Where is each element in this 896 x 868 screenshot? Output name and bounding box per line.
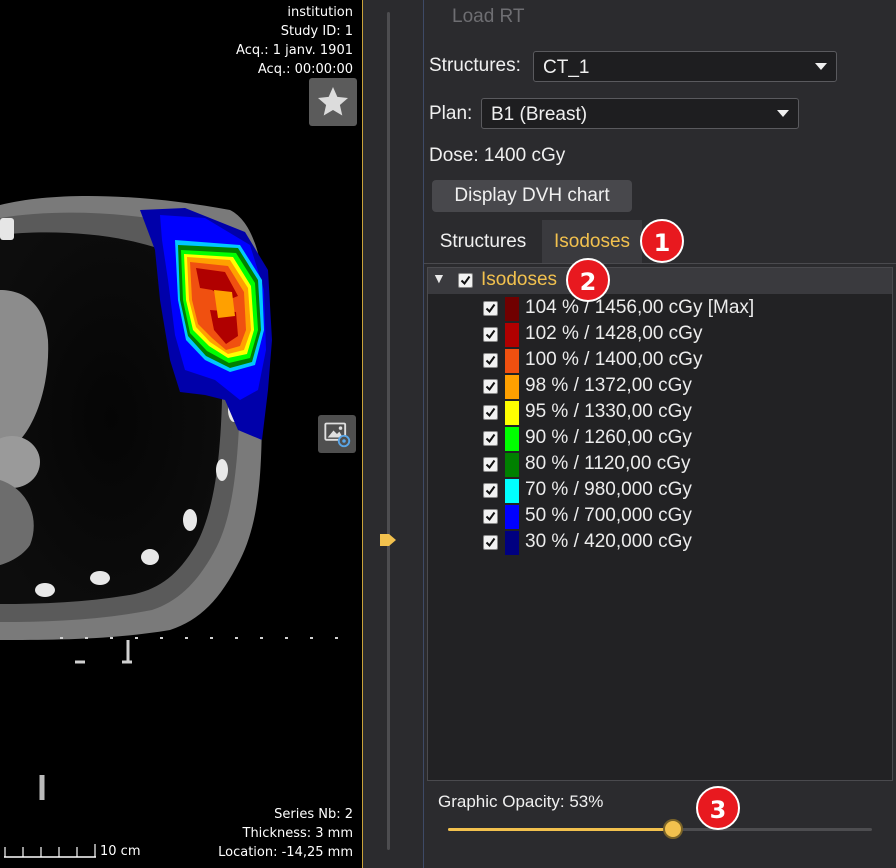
- isodose-label: 80 % / 1120,00 cGy: [525, 453, 691, 474]
- isodose-color-swatch: [505, 401, 519, 425]
- structures-select[interactable]: CT_1: [533, 51, 837, 82]
- isodose-color-swatch: [505, 453, 519, 477]
- isodose-checkbox[interactable]: [483, 457, 498, 472]
- isodose-color-swatch: [505, 297, 519, 321]
- tab-structures[interactable]: Structures: [424, 220, 542, 263]
- study-info-overlay: institution Study ID: 1 Acq.: 1 janv. 19…: [236, 3, 353, 79]
- isodose-label: 100 % / 1400,00 cGy: [525, 349, 703, 370]
- isodose-checkbox[interactable]: [483, 509, 498, 524]
- isodose-row[interactable]: 95 % / 1330,00 cGy: [428, 400, 892, 426]
- isodose-color-swatch: [505, 427, 519, 451]
- isodose-checkbox[interactable]: [483, 353, 498, 368]
- isodose-checkbox[interactable]: [483, 535, 498, 550]
- isodose-row[interactable]: 98 % / 1372,00 cGy: [428, 374, 892, 400]
- chevron-down-icon: [806, 52, 836, 81]
- annotation-badge-2: 2: [566, 258, 610, 302]
- isodose-color-swatch: [505, 505, 519, 529]
- overlay-thickness: Thickness: 3 mm: [242, 826, 354, 841]
- isodose-label: 95 % / 1330,00 cGy: [525, 401, 692, 422]
- isodose-row[interactable]: 104 % / 1456,00 cGy [Max]: [428, 296, 892, 322]
- panel-splitter[interactable]: [363, 0, 424, 868]
- overlay-institution: institution: [287, 5, 353, 20]
- rt-panel: Load RT Structures: CT_1 Plan: B1 (Breas…: [424, 0, 896, 868]
- chevron-down-icon: [768, 99, 798, 128]
- isodoses-root-checkbox[interactable]: [458, 273, 473, 288]
- image-settings-icon: [324, 422, 351, 448]
- isodose-row[interactable]: 80 % / 1120,00 cGy: [428, 452, 892, 478]
- structures-select-value: CT_1: [543, 57, 590, 78]
- isodose-checkbox[interactable]: [483, 327, 498, 342]
- isodose-color-swatch: [505, 323, 519, 347]
- isodose-tree[interactable]: ▼ Isodoses 104 % / 1456,00 cGy [Max] 102 …: [427, 267, 893, 781]
- series-info-overlay: Series Nb: 2 Thickness: 3 mm Location: -…: [218, 805, 353, 862]
- ct-slice-image: [0, 195, 350, 800]
- load-rt-button[interactable]: Load RT: [452, 6, 525, 28]
- structures-label: Structures:: [429, 55, 521, 76]
- isodose-label: 70 % / 980,000 cGy: [525, 479, 692, 500]
- slider-fill: [448, 828, 673, 831]
- splitter-handle[interactable]: [379, 531, 397, 549]
- annotation-badge-3: 3: [696, 786, 740, 830]
- isodose-label: 104 % / 1456,00 cGy [Max]: [525, 297, 755, 318]
- isodose-label: 102 % / 1428,00 cGy: [525, 323, 703, 344]
- graphic-opacity-slider[interactable]: [448, 818, 872, 842]
- image-settings-button[interactable]: [318, 415, 356, 453]
- isodose-tree-root[interactable]: ▼ Isodoses: [428, 268, 892, 294]
- slider-thumb[interactable]: [662, 819, 683, 839]
- isodose-label: 98 % / 1372,00 cGy: [525, 375, 692, 396]
- isodose-checkbox[interactable]: [483, 483, 498, 498]
- isodose-row[interactable]: 90 % / 1260,00 cGy: [428, 426, 892, 452]
- isodose-color-swatch: [505, 479, 519, 503]
- overlay-acq-date: Acq.: 1 janv. 1901: [236, 43, 353, 58]
- isodose-color-swatch: [505, 349, 519, 373]
- scale-bar: [4, 844, 96, 858]
- isodose-label: 90 % / 1260,00 cGy: [525, 427, 692, 448]
- graphic-opacity-label: Graphic Opacity: 53%: [438, 792, 604, 811]
- plan-select[interactable]: B1 (Breast): [481, 98, 799, 129]
- isodose-row[interactable]: 100 % / 1400,00 cGy: [428, 348, 892, 374]
- isodose-checkbox[interactable]: [483, 405, 498, 420]
- isodose-checkbox[interactable]: [483, 379, 498, 394]
- tab-isodoses[interactable]: Isodoses: [542, 220, 642, 263]
- isodose-color-swatch: [505, 531, 519, 555]
- isodose-row[interactable]: 50 % / 700,000 cGy: [428, 504, 892, 530]
- ct-image-viewer[interactable]: institution Study ID: 1 Acq.: 1 janv. 19…: [0, 0, 363, 868]
- isodose-label: 30 % / 420,000 cGy: [525, 531, 692, 552]
- overlay-acq-time: Acq.: 00:00:00: [257, 62, 353, 77]
- isodose-checkbox[interactable]: [483, 431, 498, 446]
- star-button[interactable]: [309, 78, 357, 126]
- isodose-row[interactable]: 30 % / 420,000 cGy: [428, 530, 892, 556]
- annotation-badge-1: 1: [640, 219, 684, 263]
- expand-triangle-icon[interactable]: ▼: [432, 270, 446, 286]
- isodose-label: 50 % / 700,000 cGy: [525, 505, 692, 526]
- plan-select-value: B1 (Breast): [491, 104, 588, 125]
- scale-label: 10 cm: [100, 844, 141, 859]
- isodose-color-swatch: [505, 375, 519, 399]
- splitter-track: [387, 12, 390, 850]
- isodose-checkbox[interactable]: [483, 301, 498, 316]
- display-dvh-chart-button[interactable]: Display DVH chart: [432, 180, 632, 212]
- overlay-series: Series Nb: 2: [274, 807, 353, 822]
- overlay-location: Location: -14,25 mm: [218, 845, 353, 860]
- isodose-row[interactable]: 70 % / 980,000 cGy: [428, 478, 892, 504]
- plan-label: Plan:: [429, 103, 473, 124]
- overlay-study-id: Study ID: 1: [280, 24, 353, 39]
- isodose-row[interactable]: 102 % / 1428,00 cGy: [428, 322, 892, 348]
- isodoses-root-label: Isodoses: [481, 269, 558, 290]
- dose-text: Dose: 1400 cGy: [429, 145, 566, 166]
- star-icon: [318, 87, 348, 116]
